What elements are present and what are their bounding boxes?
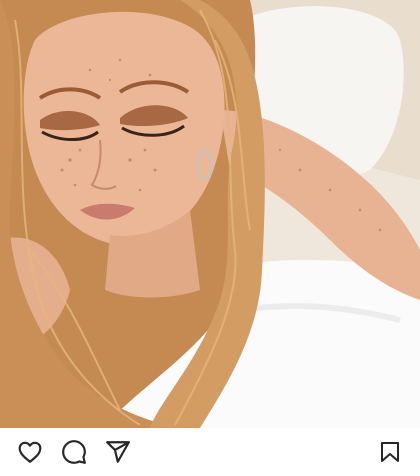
comment-icon [62, 440, 86, 464]
save-button[interactable] [374, 436, 406, 468]
bookmark-icon [381, 442, 399, 462]
post-photo[interactable] [0, 0, 420, 428]
share-button[interactable] [102, 436, 134, 468]
heart-icon [18, 441, 42, 463]
portrait-illustration [0, 0, 420, 428]
comment-button[interactable] [58, 436, 90, 468]
paper-plane-icon [106, 441, 130, 463]
instagram-post [0, 0, 420, 476]
like-button[interactable] [14, 436, 46, 468]
post-action-bar [0, 428, 420, 476]
